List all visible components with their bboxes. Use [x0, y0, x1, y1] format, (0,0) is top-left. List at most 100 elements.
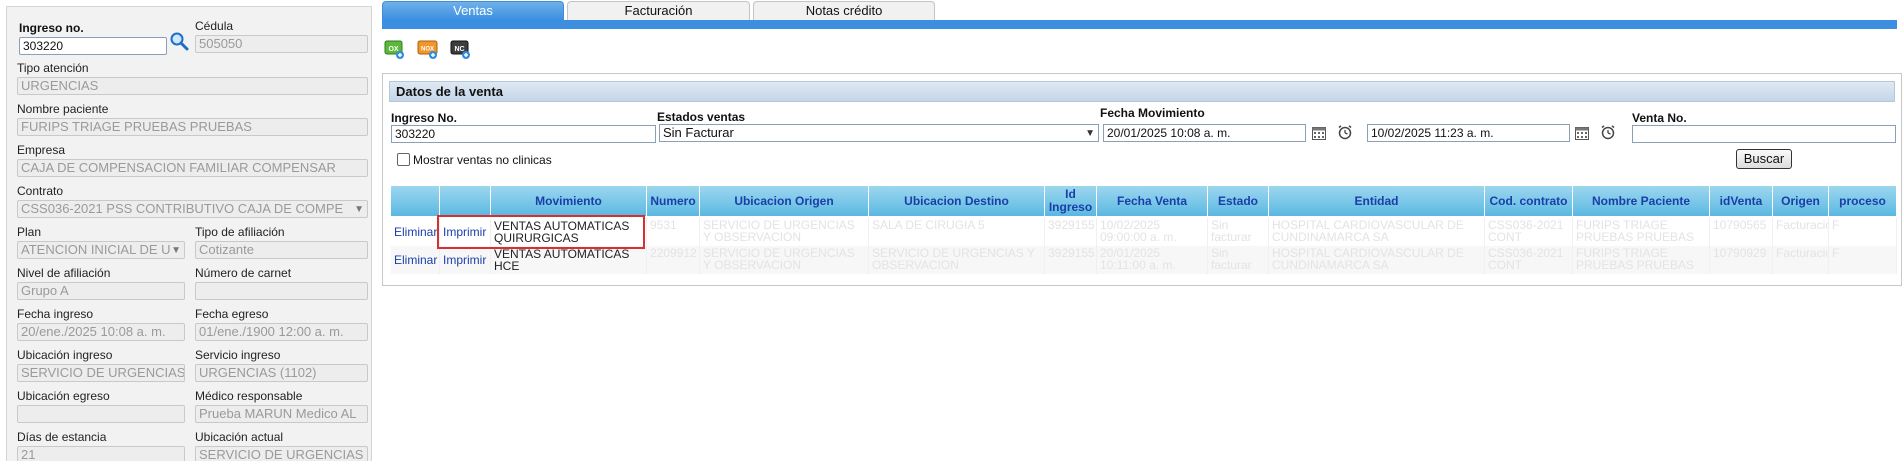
carnet-label: Número de carnet — [195, 266, 292, 280]
tab-ventas[interactable]: Ventas — [382, 1, 564, 20]
alarm-clock-icon[interactable] — [1337, 124, 1353, 140]
col-header-numero[interactable]: Numero — [647, 186, 700, 216]
chevron-down-icon: ▼ — [171, 245, 181, 256]
nombre-value: FURIPS TRIAGE PRUEBAS PRUEBAS — [17, 118, 368, 136]
cell-proceso: F — [1829, 218, 1897, 246]
venta-no-input[interactable] — [1632, 125, 1896, 143]
cell-nombre-paciente: FURIPS TRIAGE PRUEBAS PRUEBAS — [1573, 218, 1710, 246]
ingreso-input[interactable]: 303220 — [19, 37, 167, 55]
servicio-ingreso-field: Servicio ingreso URGENCIAS (1102) — [195, 348, 368, 382]
ubic-ingreso-label: Ubicación ingreso — [17, 348, 113, 362]
cedula-value: 505050 — [195, 35, 368, 53]
col-header-ubicacion-origen[interactable]: Ubicacion Origen — [700, 186, 869, 216]
col-header-eliminar — [391, 186, 440, 216]
cell-fecha-venta: 10/02/2025 09:00:00 a. m. — [1097, 218, 1208, 246]
tipo-afiliacion-field: Tipo de afiliación Cotizante — [195, 225, 368, 259]
estados-ventas-label: Estados ventas — [657, 110, 746, 124]
cell-movimiento: VENTAS AUTOMATICAS HCE — [491, 246, 647, 274]
chevron-down-icon: ▼ — [354, 204, 364, 215]
patient-panel: Ingreso no. 303220 Cédula 505050 Tipo at… — [6, 6, 372, 461]
servicio-ingreso-value: URGENCIAS (1102) — [195, 364, 368, 382]
table-row[interactable]: Eliminar Imprimir VENTAS AUTOMATICAS HCE… — [391, 246, 1897, 274]
mostrar-ventas-checkbox[interactable] — [397, 153, 410, 166]
empresa-label: Empresa — [17, 143, 66, 157]
search-icon[interactable] — [169, 31, 189, 51]
mostrar-ventas-label: Mostrar ventas no clinicas — [413, 153, 552, 167]
cell-ubicacion-destino: SERVICIO DE URGENCIAS Y OBSERVACION — [869, 246, 1045, 274]
empresa-field: Empresa CAJA DE COMPENSACION FAMILIAR CO… — [17, 143, 368, 177]
col-header-id-ingreso[interactable]: Id Ingreso — [1045, 186, 1097, 216]
cell-movimiento: VENTAS AUTOMATICAS QUIRURGICAS — [491, 218, 647, 246]
cell-fecha-venta: 20/01/2025 10:11:00 a. m. — [1097, 246, 1208, 274]
fecha-desde-input[interactable]: 20/01/2025 10:08 a. m. — [1103, 124, 1306, 142]
nox-orange-icon[interactable]: NOX — [417, 38, 439, 60]
ox-green-icon[interactable]: OX — [384, 38, 406, 60]
tipo-afiliacion-value: Cotizante — [195, 241, 368, 259]
carnet-field: Número de carnet — [195, 266, 368, 300]
medico-value: Prueba MARUN Medico AL — [195, 405, 368, 423]
imprimir-link[interactable]: Imprimir — [440, 218, 491, 246]
tipo-afiliacion-label: Tipo de afiliación — [195, 225, 285, 239]
imprimir-link[interactable]: Imprimir — [440, 246, 491, 274]
cell-id-ingreso: 3929155 — [1045, 218, 1097, 246]
plan-label: Plan — [17, 225, 42, 239]
alarm-clock-icon[interactable] — [1600, 124, 1616, 140]
venta-ingreso-input[interactable]: 303220 — [391, 125, 656, 143]
tab-bar — [382, 20, 1897, 29]
nc-icon-text: NC — [454, 46, 464, 53]
buscar-button[interactable]: Buscar — [1736, 149, 1792, 169]
cedula-field: Cédula 505050 — [195, 19, 368, 53]
contrato-label: Contrato — [17, 184, 64, 198]
col-header-nombre-paciente[interactable]: Nombre Paciente — [1573, 186, 1710, 216]
ubic-egreso-label: Ubicación egreso — [17, 389, 110, 403]
cell-cod-contrato: CSS036-2021 CONT — [1485, 218, 1573, 246]
calendar-icon[interactable] — [1311, 125, 1327, 141]
col-header-proceso[interactable]: proceso — [1829, 186, 1897, 216]
cell-numero: 2209912 — [647, 246, 700, 274]
venta-no-label: Venta No. — [1632, 111, 1687, 125]
dias-field: Días de estancia 21 — [17, 430, 185, 461]
estados-ventas-select[interactable]: Sin Facturar ▼ — [659, 124, 1099, 142]
ubic-ingreso-field: Ubicación ingreso SERVICIO DE URGENCIAS — [17, 348, 185, 382]
grid-header: Movimiento Numero Ubicacion Origen Ubica… — [391, 186, 1897, 216]
nombre-field: Nombre paciente FURIPS TRIAGE PRUEBAS PR… — [17, 102, 368, 136]
plan-value: ATENCION INICIAL DE U — [21, 242, 171, 257]
eliminar-link[interactable]: Eliminar — [391, 246, 440, 274]
nivel-label: Nivel de afiliación — [17, 266, 111, 280]
plan-select[interactable]: ATENCION INICIAL DE U ▼ — [17, 241, 185, 259]
tipo-atencion-label: Tipo atención — [17, 61, 89, 75]
col-header-estado[interactable]: Estado — [1208, 186, 1269, 216]
cell-estado: Sin facturar — [1208, 246, 1269, 274]
servicio-ingreso-label: Servicio ingreso — [195, 348, 281, 362]
ox-icon-text: OX — [388, 46, 398, 53]
col-header-origen[interactable]: Origen — [1773, 186, 1829, 216]
fecha-ingreso-field: Fecha ingreso 20/ene./2025 10:08 a. m. — [17, 307, 185, 341]
eliminar-link[interactable]: Eliminar — [391, 218, 440, 246]
col-header-entidad[interactable]: Entidad — [1269, 186, 1485, 216]
cell-numero: 9531 — [647, 218, 700, 246]
cell-estado: Sin facturar — [1208, 218, 1269, 246]
cell-entidad: HOSPITAL CARDIOVASCULAR DE CUNDINAMARCA … — [1269, 246, 1485, 274]
col-header-movimiento[interactable]: Movimiento — [491, 186, 647, 216]
cell-id-ingreso: 3929155 — [1045, 246, 1097, 274]
nc-dark-icon[interactable]: NC — [450, 38, 472, 60]
nivel-value: Grupo A — [17, 282, 185, 300]
col-header-fecha-venta[interactable]: Fecha Venta — [1097, 186, 1208, 216]
tab-notas-credito[interactable]: Notas crédito — [753, 1, 935, 20]
fecha-hasta-input[interactable]: 10/02/2025 11:23 a. m. — [1367, 124, 1570, 142]
calendar-icon[interactable] — [1574, 125, 1590, 141]
cell-entidad: HOSPITAL CARDIOVASCULAR DE CUNDINAMARCA … — [1269, 218, 1485, 246]
ubic-egreso-value — [17, 405, 185, 423]
tab-facturacion[interactable]: Facturación — [567, 1, 750, 20]
empresa-value: CAJA DE COMPENSACION FAMILIAR COMPENSAR — [17, 159, 368, 177]
col-header-ubicacion-destino[interactable]: Ubicacion Destino — [869, 186, 1045, 216]
col-header-cod-contrato[interactable]: Cod. contrato — [1485, 186, 1573, 216]
ubic-actual-label: Ubicación actual — [195, 430, 284, 444]
col-header-idventa[interactable]: idVenta — [1710, 186, 1773, 216]
ubic-ingreso-value: SERVICIO DE URGENCIAS — [17, 364, 185, 382]
medico-label: Médico responsable — [195, 389, 303, 403]
ingreso-label: Ingreso no. — [19, 21, 84, 35]
table-row[interactable]: Eliminar Imprimir VENTAS AUTOMATICAS QUI… — [391, 218, 1897, 246]
contrato-select[interactable]: CSS036-2021 PSS CONTRIBUTIVO CAJA DE COM… — [17, 200, 368, 218]
fecha-egreso-field: Fecha egreso 01/ene./1900 12:00 a. m. — [195, 307, 368, 341]
